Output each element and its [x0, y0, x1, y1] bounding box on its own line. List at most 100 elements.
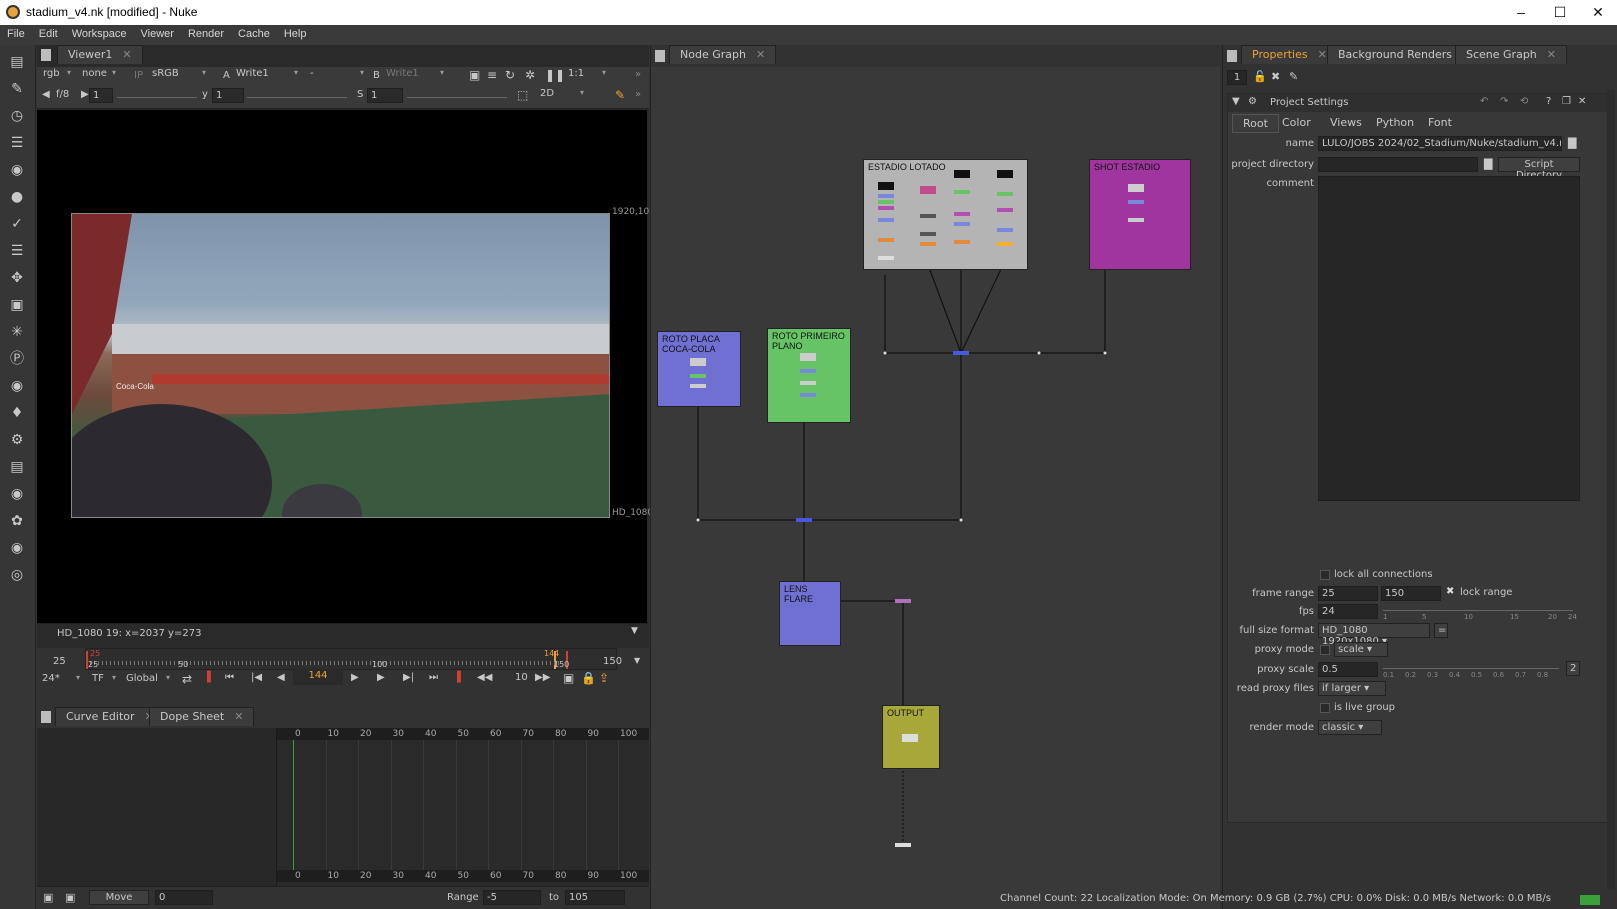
- zoom-dropdown[interactable]: 1:1 ▾: [565, 67, 609, 83]
- last-frame-icon[interactable]: ⏭: [429, 672, 438, 683]
- edit-icon[interactable]: ✎: [1289, 70, 1298, 83]
- frame-icon[interactable]: ▣: [65, 891, 75, 904]
- first-frame-icon[interactable]: ⏮: [225, 672, 234, 683]
- channels-dropdown[interactable]: rgb ▾: [40, 67, 74, 83]
- close-panel-icon[interactable]: ✕: [1578, 96, 1586, 107]
- furnace-tools-icon[interactable]: ◉: [8, 485, 26, 503]
- step-back-icon[interactable]: ◀◀: [477, 672, 492, 683]
- image-tools-icon[interactable]: ▤: [8, 53, 26, 71]
- next-frame-icon[interactable]: ▶: [377, 672, 385, 683]
- menu-file[interactable]: File: [0, 25, 32, 40]
- subtab-views[interactable]: Views: [1320, 114, 1372, 133]
- pause-icon[interactable]: ❚❚: [545, 68, 565, 82]
- node-roto-primeiro-plano[interactable]: ROTO PRIMEIRO PLANO: [767, 328, 851, 423]
- fps-dropdown[interactable]: 24* ▾: [39, 672, 83, 688]
- subtab-color[interactable]: Color: [1272, 114, 1321, 133]
- curve-tree[interactable]: [37, 728, 277, 886]
- fstop-next-icon[interactable]: ▶: [81, 89, 89, 100]
- collapse-icon[interactable]: ▼: [1232, 96, 1240, 107]
- node-roto-placa[interactable]: ROTO PLACA COCA-COLA: [657, 331, 741, 407]
- menu-cache[interactable]: Cache: [231, 25, 277, 40]
- frame-start-field[interactable]: 25: [1318, 586, 1378, 601]
- transform-tools-icon[interactable]: ✥: [8, 269, 26, 287]
- menu-help[interactable]: Help: [277, 25, 314, 40]
- proxy-mode-checkbox[interactable]: [1320, 645, 1330, 655]
- menu-edit[interactable]: Edit: [32, 25, 65, 40]
- redo-icon[interactable]: ↷: [1500, 96, 1508, 107]
- help-icon[interactable]: ?: [1546, 96, 1551, 107]
- draw-tools-icon[interactable]: ✎: [8, 80, 26, 98]
- region-icon[interactable]: ⬚: [517, 88, 528, 102]
- info-expand-icon[interactable]: ▼: [631, 626, 638, 636]
- max-panels-field[interactable]: 1: [1227, 70, 1247, 85]
- particles-tools-icon[interactable]: ✳: [8, 323, 26, 341]
- comment-field[interactable]: [1318, 176, 1580, 501]
- increment-field[interactable]: 10: [515, 672, 528, 683]
- play-forward-icon[interactable]: ▶: [351, 672, 359, 683]
- render-mode-dropdown[interactable]: classic ▾: [1318, 720, 1382, 735]
- clear-panels-icon[interactable]: ✖: [1271, 70, 1280, 83]
- node-lens-flare[interactable]: LENS FLARE: [779, 581, 841, 646]
- set-out-icon[interactable]: ▐: [453, 672, 461, 683]
- lock-panel-icon[interactable]: 🔓: [1253, 70, 1267, 83]
- close-button[interactable]: ✕: [1579, 2, 1617, 22]
- timeline-collapse-icon[interactable]: ▼: [634, 656, 640, 665]
- props-panel-menu-icon[interactable]: [1227, 50, 1237, 62]
- close-tab-icon[interactable]: ✕: [122, 48, 131, 61]
- tab-properties[interactable]: Properties ✕: [1241, 45, 1338, 64]
- float-icon[interactable]: ❐: [1562, 96, 1571, 107]
- node-estadio-lotado[interactable]: ESTADIO LOTADO: [863, 159, 1028, 270]
- lock-all-connections-checkbox[interactable]: [1320, 570, 1330, 580]
- roi-icon[interactable]: ▣: [469, 68, 480, 82]
- fstop-value[interactable]: f/8: [56, 89, 69, 100]
- global-range-dropdown[interactable]: Global ▾: [123, 672, 173, 688]
- a-input-dropdown[interactable]: Write1 ▾: [233, 67, 301, 83]
- curve-panel-menu-icon[interactable]: [41, 711, 51, 723]
- metadata-tools-icon[interactable]: ♦: [8, 404, 26, 422]
- current-frame-field[interactable]: 144: [293, 669, 343, 685]
- refresh-icon[interactable]: ↻: [505, 68, 515, 82]
- other-tools-icon[interactable]: ▤: [8, 458, 26, 476]
- prev-keyframe-icon[interactable]: |◀: [251, 672, 262, 683]
- script-directory-button[interactable]: Script Directory: [1498, 157, 1580, 181]
- menu-viewer[interactable]: Viewer: [134, 25, 181, 40]
- channel-tools-icon[interactable]: ☰: [8, 134, 26, 152]
- format-edit-button[interactable]: =: [1434, 623, 1448, 638]
- proxy-scale-slider[interactable]: [1383, 668, 1559, 669]
- read-proxy-files-dropdown[interactable]: if larger ▾: [1318, 681, 1386, 696]
- update-icon[interactable]: ✲: [525, 68, 535, 82]
- minimize-button[interactable]: –: [1502, 2, 1540, 22]
- ofx-tools-icon[interactable]: ✿: [8, 512, 26, 530]
- revert-icon[interactable]: ⟲: [1520, 96, 1528, 107]
- menu-workspace[interactable]: Workspace: [65, 25, 134, 40]
- paint-icon[interactable]: ✎: [615, 88, 625, 102]
- proxy-scale-field[interactable]: 0.5: [1318, 662, 1378, 677]
- timeline-start[interactable]: 25: [53, 656, 66, 667]
- directory-browser-icon[interactable]: ▇: [1484, 157, 1492, 170]
- saturation-field[interactable]: 1: [367, 88, 403, 103]
- set-in-icon[interactable]: ▌: [207, 672, 215, 683]
- gamma-field[interactable]: 1: [212, 88, 244, 103]
- file-browser-icon[interactable]: ▇: [1568, 136, 1576, 149]
- full-size-format-dropdown[interactable]: HD_1080 1920x1080 ▾: [1318, 623, 1430, 647]
- maximize-button[interactable]: ☐: [1541, 2, 1579, 22]
- merge-tools-icon[interactable]: ☰: [8, 242, 26, 260]
- gain-slider[interactable]: [117, 97, 197, 98]
- saturation-slider[interactable]: [407, 97, 507, 98]
- frame-slider[interactable]: 25 144 25 50 100 150: [85, 648, 617, 670]
- frame-end-field[interactable]: 150: [1381, 586, 1441, 601]
- color-tools-icon[interactable]: ◉: [8, 161, 26, 179]
- next-keyframe-icon[interactable]: ▶|: [403, 672, 414, 683]
- undo-icon[interactable]: ↶: [1480, 96, 1488, 107]
- deep-tools-icon[interactable]: Ⓟ: [8, 350, 26, 368]
- gamma-slider[interactable]: [247, 97, 347, 98]
- tf-dropdown[interactable]: TF ▾: [89, 672, 119, 688]
- range-from-field[interactable]: -5: [483, 890, 541, 905]
- tab-viewer1[interactable]: Viewer1 ✕: [57, 45, 143, 64]
- 3d-tools-icon[interactable]: ▣: [8, 296, 26, 314]
- time-tools-icon[interactable]: ◷: [8, 107, 26, 125]
- fstop-prev-icon[interactable]: ◀: [42, 89, 50, 100]
- name-field[interactable]: LULO/JOBS 2024/02_Stadium/Nuke/stadium_v…: [1318, 136, 1562, 151]
- project-directory-field[interactable]: [1318, 157, 1478, 172]
- playback-mode-icon[interactable]: ⇄: [182, 672, 192, 686]
